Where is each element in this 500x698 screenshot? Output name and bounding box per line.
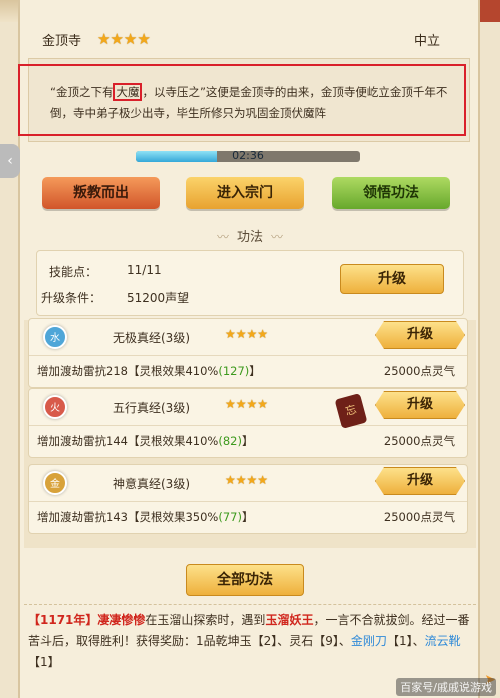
skill-card: 水 无极真经(3级) ★★★★ 升级 增加渡劫雷抗218【灵根效果410%(12… bbox=[28, 318, 468, 388]
divider bbox=[29, 501, 467, 502]
side-tab-handle[interactable]: ‹ bbox=[0, 144, 20, 178]
learn-skill-button[interactable]: 领悟功法 bbox=[332, 177, 450, 209]
skill-stars: ★★★★ bbox=[225, 397, 269, 411]
upgrade-condition-value: 51200声望 bbox=[127, 291, 190, 305]
skill-cost: 25000点灵气 bbox=[383, 434, 455, 448]
upgrade-condition-label: 升级条件： bbox=[41, 291, 102, 305]
section-title: 〰功法〰 bbox=[0, 226, 500, 245]
item-link[interactable]: 流云靴 bbox=[425, 634, 461, 648]
sect-alignment: 中立 bbox=[413, 33, 440, 49]
watermark: 百家号/戚戚说游戏 bbox=[396, 678, 496, 696]
item-link[interactable]: 金刚刀 bbox=[351, 634, 387, 648]
timer-text: 02:36 bbox=[232, 149, 264, 162]
divider bbox=[29, 355, 467, 356]
skill-stars: ★★★★ bbox=[225, 327, 269, 341]
upgrade-button[interactable]: 升级 bbox=[340, 264, 444, 294]
skill-effect: 增加渡劫雷抗143【灵根效果350%(77)】 bbox=[37, 510, 254, 524]
sect-description: “金顶之下有 大魔 ，以寺压之”这便是金顶寺的由来，金顶寺便屹立金顶千年不倒，寺中弟… bbox=[50, 82, 450, 124]
description-highlight-word: 大魔 bbox=[113, 83, 143, 101]
enter-sect-button[interactable]: 进入宗门 bbox=[186, 177, 304, 209]
divider bbox=[29, 425, 467, 426]
sect-rating-stars: ★★★★ bbox=[97, 30, 151, 48]
skill-cost: 25000点灵气 bbox=[383, 510, 455, 524]
skill-effect: 增加渡劫雷抗218【灵根效果410%(127)】 bbox=[37, 364, 261, 378]
swirl-left-icon: 〰 bbox=[216, 230, 229, 244]
sect-header: 金顶寺 ★★★★ 中立 bbox=[24, 26, 474, 52]
log-divider bbox=[24, 604, 476, 605]
skill-points-label: 技能点： bbox=[49, 265, 98, 279]
skill-upgrade-button[interactable]: 升级 bbox=[375, 467, 465, 495]
section-title-text: 功法 bbox=[236, 230, 263, 245]
skill-points-value: 11/11 bbox=[127, 263, 162, 277]
element-fire-icon: 火 bbox=[43, 395, 67, 419]
skill-cost: 25000点灵气 bbox=[383, 364, 455, 378]
event-log: 【1171年】凄凄惨惨在玉溜山探索时，遇到玉溜妖王，一言不合就拔剑。经过一番苦斗… bbox=[28, 613, 470, 669]
skill-name: 五行真经(3级) bbox=[113, 401, 190, 415]
skill-card: 火 五行真经(3级) ★★★★ 升级 增加渡劫雷抗144【灵根效果410%(82… bbox=[28, 388, 468, 458]
skill-name: 无极真经(3级) bbox=[113, 331, 190, 345]
skill-name: 神意真经(3级) bbox=[113, 477, 190, 491]
skill-upgrade-button[interactable]: 升级 bbox=[375, 321, 465, 349]
skill-stars: ★★★★ bbox=[225, 473, 269, 487]
skill-upgrade-button[interactable]: 升级 bbox=[375, 391, 465, 419]
swirl-right-icon: 〰 bbox=[271, 230, 284, 244]
skill-effect: 增加渡劫雷抗144【灵根效果410%(82)】 bbox=[37, 434, 254, 448]
skill-card: 金 神意真经(3级) ★★★★ 升级 增加渡劫雷抗143【灵根效果350%(77… bbox=[28, 464, 468, 534]
element-metal-icon: 金 bbox=[43, 471, 67, 495]
element-water-icon: 水 bbox=[43, 325, 67, 349]
all-skills-button[interactable]: 全部功法 bbox=[186, 564, 304, 596]
sect-name: 金顶寺 bbox=[42, 33, 82, 49]
description-part-1: “金顶之下有 bbox=[50, 85, 114, 99]
betray-button[interactable]: 叛教而出 bbox=[42, 177, 160, 209]
